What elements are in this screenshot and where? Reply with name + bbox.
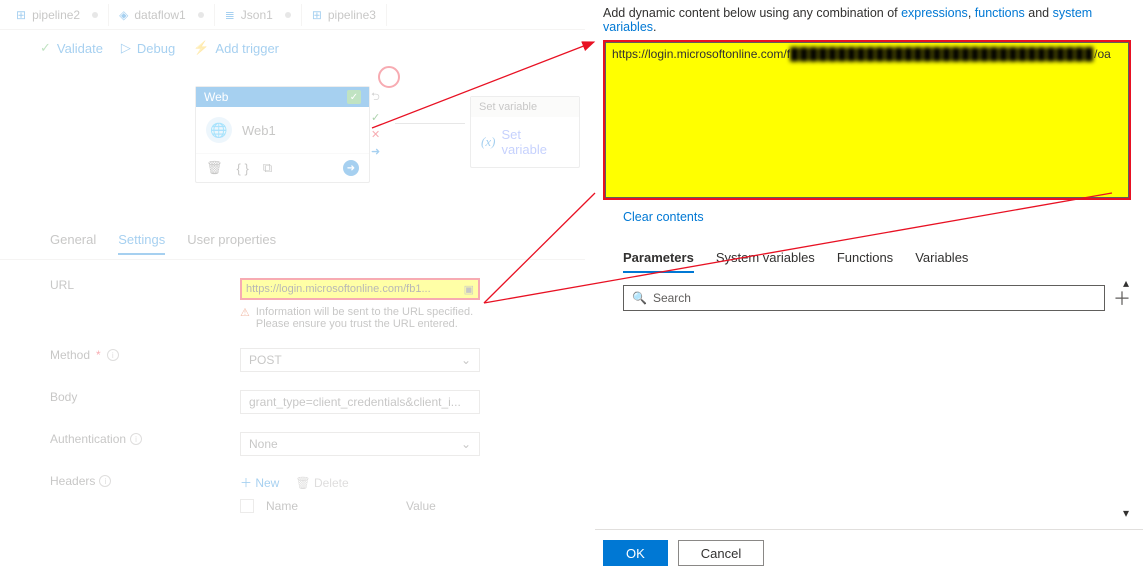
method-select[interactable]: POST ⌄ — [240, 348, 480, 372]
action-bar: ✓Validate ▷Debug ⚡Add trigger — [0, 30, 585, 66]
setvar-name: Set variable — [501, 127, 569, 157]
dialog-buttons: OK Cancel — [595, 529, 1143, 566]
delete-icon[interactable]: 🗑 — [206, 160, 223, 176]
tab-dataflow1[interactable]: ◈dataflow1 — [109, 4, 215, 26]
setvariable-activity-card[interactable]: Set variable (x) Set variable — [470, 96, 580, 168]
connector-badges: ⮌ ✓ ✕ ➜ — [371, 88, 380, 158]
tab-variables[interactable]: Variables — [915, 250, 968, 273]
validate-button[interactable]: ✓Validate — [40, 40, 103, 56]
link-expressions[interactable]: expressions — [901, 6, 968, 20]
warning-icon: ⚠ — [240, 306, 250, 330]
info-icon[interactable]: i — [107, 349, 119, 361]
tab-settings[interactable]: Settings — [118, 232, 165, 255]
intro-text: Add dynamic content below using any comb… — [603, 6, 1131, 34]
body-input[interactable]: grant_type=client_credentials&client_i..… — [240, 390, 480, 414]
run-icon[interactable]: ➜ — [343, 160, 359, 176]
check-icon: ✓ — [347, 90, 361, 104]
connector-line — [395, 123, 465, 125]
ok-button[interactable]: OK — [603, 540, 668, 566]
scroll-up-indicator: ▴ — [1123, 276, 1129, 290]
addtrigger-label: Add trigger — [215, 41, 279, 56]
tab-sysvars[interactable]: System variables — [716, 250, 815, 273]
tab-userproperties[interactable]: User properties — [187, 232, 276, 255]
editor-text-prefix: https://login.microsoftonline.com/f — [612, 47, 790, 61]
validate-label: Validate — [57, 41, 103, 56]
link-functions[interactable]: functions — [975, 6, 1025, 20]
web-activity-card[interactable]: Web ✓ 🌐 Web1 🗑 { } ⧉ ➜ — [195, 86, 370, 183]
auth-select[interactable]: None ⌄ — [240, 432, 480, 456]
col-name: Name — [266, 499, 406, 513]
method-value: POST — [249, 353, 282, 367]
tab-json1[interactable]: ≣Json1 — [215, 4, 302, 26]
new-header-button[interactable]: ＋ New — [240, 474, 279, 491]
delete-header-button[interactable]: 🗑 Delete — [295, 476, 348, 490]
editor-text-suffix: /oa — [1094, 47, 1111, 61]
tab-label: Json1 — [241, 8, 273, 22]
scroll-down-indicator: ▾ — [1123, 506, 1129, 520]
chevron-down-icon: ⌄ — [461, 437, 471, 451]
property-tabs: General Settings User properties — [0, 226, 585, 260]
search-icon: 🔍 — [632, 291, 647, 305]
globe-icon: 🌐 — [206, 117, 232, 143]
cancel-button[interactable]: Cancel — [678, 540, 764, 566]
tab-pipeline2[interactable]: ⊞pipeline2 — [6, 4, 109, 26]
chevron-down-icon: ⌄ — [461, 353, 471, 367]
search-input[interactable]: 🔍 Search — [623, 285, 1105, 311]
url-value: https://login.microsoftonline.com/fb1... — [246, 283, 431, 295]
info-icon[interactable]: i — [130, 433, 142, 445]
web-activity-name: Web1 — [242, 123, 276, 138]
braces-icon[interactable]: { } — [237, 161, 249, 176]
setvar-type: Set variable — [471, 97, 579, 117]
fail-badge: ✕ — [371, 128, 380, 141]
view-icon[interactable]: ▣ — [464, 283, 474, 296]
pipeline-canvas[interactable]: Web ✓ 🌐 Web1 🗑 { } ⧉ ➜ ⮌ ✓ ✕ ➜ Set variabl… — [0, 66, 585, 226]
body-label: Body — [50, 390, 240, 404]
url-label: URL — [50, 278, 240, 292]
select-all-checkbox[interactable] — [240, 499, 254, 513]
tab-pipeline3[interactable]: ⊞pipeline3 — [302, 4, 387, 26]
auth-label: Authentication i — [50, 432, 240, 446]
tab-functions[interactable]: Functions — [837, 250, 893, 273]
red-highlight-circle — [378, 66, 400, 88]
headers-label: Headers i — [50, 474, 240, 488]
content-tabs: Parameters System variables Functions Va… — [603, 250, 1131, 273]
body-value: grant_type=client_credentials&client_i..… — [249, 395, 461, 409]
fx-icon: (x) — [481, 134, 495, 150]
auth-value: None — [249, 437, 278, 451]
debug-button[interactable]: ▷Debug — [121, 40, 175, 56]
web-activity-type: Web — [204, 90, 228, 104]
editor-tabs: ⊞pipeline2 ◈dataflow1 ≣Json1 ⊞pipeline3 — [0, 0, 585, 30]
collapse-icon[interactable]: ⮌ — [371, 88, 380, 107]
info-icon[interactable]: i — [99, 475, 111, 487]
skip-badge: ➜ — [371, 145, 380, 158]
success-badge: ✓ — [371, 111, 380, 124]
method-label: Method*i — [50, 348, 240, 362]
addtrigger-button[interactable]: ⚡Add trigger — [193, 40, 279, 56]
tab-parameters[interactable]: Parameters — [623, 250, 694, 273]
url-input[interactable]: https://login.microsoftonline.com/fb1...… — [240, 278, 480, 300]
tab-label: dataflow1 — [134, 8, 185, 22]
col-value: Value — [406, 499, 436, 513]
search-placeholder: Search — [653, 291, 691, 305]
clear-contents-link[interactable]: Clear contents — [623, 210, 704, 224]
tab-general[interactable]: General — [50, 232, 96, 255]
editor-text-redacted: ████████████████████████████████ — [790, 47, 1094, 61]
dynamic-content-panel: Add dynamic content below using any comb… — [595, 0, 1143, 574]
url-warning: Information will be sent to the URL spec… — [256, 306, 480, 330]
tab-label: pipeline2 — [32, 8, 80, 22]
expression-editor[interactable]: https://login.microsoftonline.com/f█████… — [605, 42, 1129, 198]
debug-label: Debug — [137, 41, 175, 56]
tab-label: pipeline3 — [328, 8, 376, 22]
copy-icon[interactable]: ⧉ — [263, 160, 272, 176]
